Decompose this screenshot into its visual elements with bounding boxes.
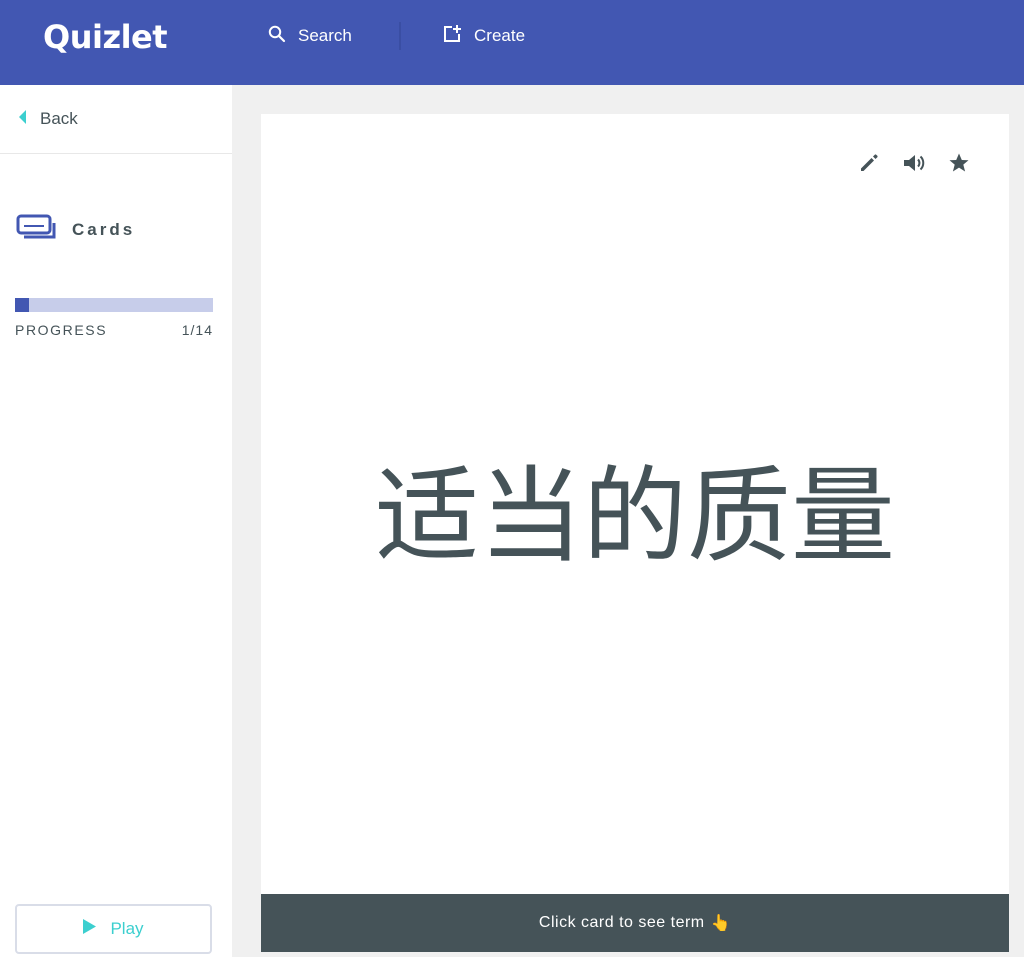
progress-count: 1/14	[181, 322, 213, 338]
create-button[interactable]: Create	[442, 24, 525, 48]
flip-hint-text: Click card to see term	[538, 914, 705, 931]
audio-icon	[902, 152, 926, 179]
flashcard[interactable]: 适当的质量	[261, 114, 1009, 894]
cards-icon	[16, 213, 56, 246]
sidebar: Back Cards PROGRESS 1/14 Play	[0, 85, 232, 957]
nav-divider	[399, 22, 401, 50]
play-button[interactable]: Play	[15, 904, 212, 954]
back-arrow-icon	[18, 109, 28, 130]
search-label: Search	[298, 26, 352, 45]
back-label: Back	[40, 109, 78, 128]
edit-icon	[858, 152, 880, 179]
flip-card-hint[interactable]: Click card to see term 👆	[261, 894, 1009, 952]
star-button[interactable]	[947, 152, 971, 178]
study-mode-cards[interactable]: Cards	[16, 213, 135, 246]
progress-label: PROGRESS	[15, 322, 108, 338]
pointing-hand-icon: 👆	[710, 915, 732, 932]
play-label: Play	[110, 919, 144, 938]
edit-button[interactable]	[857, 152, 881, 178]
star-icon	[948, 152, 970, 179]
create-icon	[442, 24, 462, 49]
progress-bar	[15, 298, 213, 312]
quizlet-logo[interactable]: Quizlet	[43, 18, 168, 56]
card-toolbar	[857, 152, 971, 178]
card-term: 适当的质量	[374, 455, 895, 577]
back-button[interactable]: Back	[0, 85, 232, 154]
search-button[interactable]: Search	[268, 24, 352, 48]
create-label: Create	[474, 26, 526, 45]
play-icon	[83, 919, 97, 939]
top-navigation-bar: Quizlet Search Create	[0, 0, 1024, 85]
mode-label: Cards	[72, 219, 136, 239]
search-icon	[268, 25, 286, 48]
progress-bar-fill	[15, 298, 30, 312]
audio-button[interactable]	[902, 152, 926, 178]
